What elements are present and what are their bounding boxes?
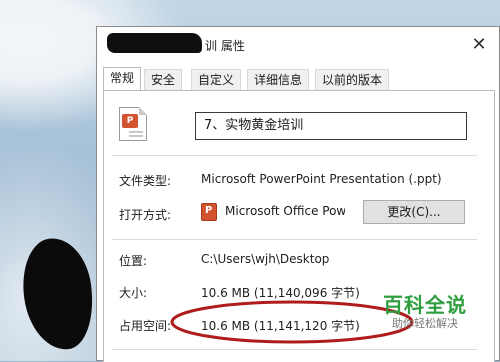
tab-general[interactable]: 常规	[103, 67, 142, 90]
divider	[112, 155, 477, 156]
tab-custom[interactable]: 自定义	[191, 69, 242, 90]
disk-size-label: 占用空间:	[119, 319, 172, 333]
close-icon: ✕	[471, 33, 487, 55]
watermark-title: 百科全说	[383, 293, 467, 317]
file-name-input[interactable]: 7、实物黄金培训	[195, 112, 467, 140]
location-value: C:\Users\wjh\Desktop	[201, 252, 330, 266]
file-type-label: 文件类型:	[119, 174, 172, 188]
tab-strip: 常规 安全 自定义 详细信息 以前的版本	[103, 67, 499, 91]
size-value: 10.6 MB (11,140,096 字节)	[201, 286, 360, 300]
dialog-title: 训 属性	[205, 39, 245, 53]
open-with-label: 打开方式:	[119, 208, 172, 222]
watermark-subtitle: 助你轻松解决	[392, 317, 458, 330]
location-label: 位置:	[119, 254, 148, 268]
tab-details[interactable]: 详细信息	[247, 69, 310, 90]
title-redaction	[107, 33, 202, 53]
disk-size-value: 10.6 MB (11,141,120 字节)	[201, 319, 360, 333]
change-button[interactable]: 更改(C)...	[363, 200, 465, 224]
title-bar: 训 属性 ✕	[97, 27, 499, 61]
watermark: 百科全说 助你轻松解决	[367, 289, 483, 335]
tab-previous-versions[interactable]: 以前的版本	[315, 69, 390, 90]
divider	[112, 349, 477, 350]
file-type-value: Microsoft PowerPoint Presentation (.ppt)	[201, 172, 442, 186]
properties-dialog: 训 属性 ✕ 常规 安全 自定义 详细信息 以前的版本 P 7、实物黄金培训 文…	[96, 26, 500, 362]
close-button[interactable]: ✕	[465, 31, 493, 57]
open-with-value: Microsoft Office Powe	[225, 204, 345, 218]
file-lines-decoration	[129, 131, 143, 133]
powerpoint-file-icon: P	[119, 107, 147, 141]
divider	[112, 239, 477, 240]
tab-security[interactable]: 安全	[144, 69, 183, 90]
ppt-badge: P	[122, 114, 138, 128]
size-label: 大小:	[119, 286, 148, 300]
powerpoint-app-icon	[201, 203, 217, 221]
